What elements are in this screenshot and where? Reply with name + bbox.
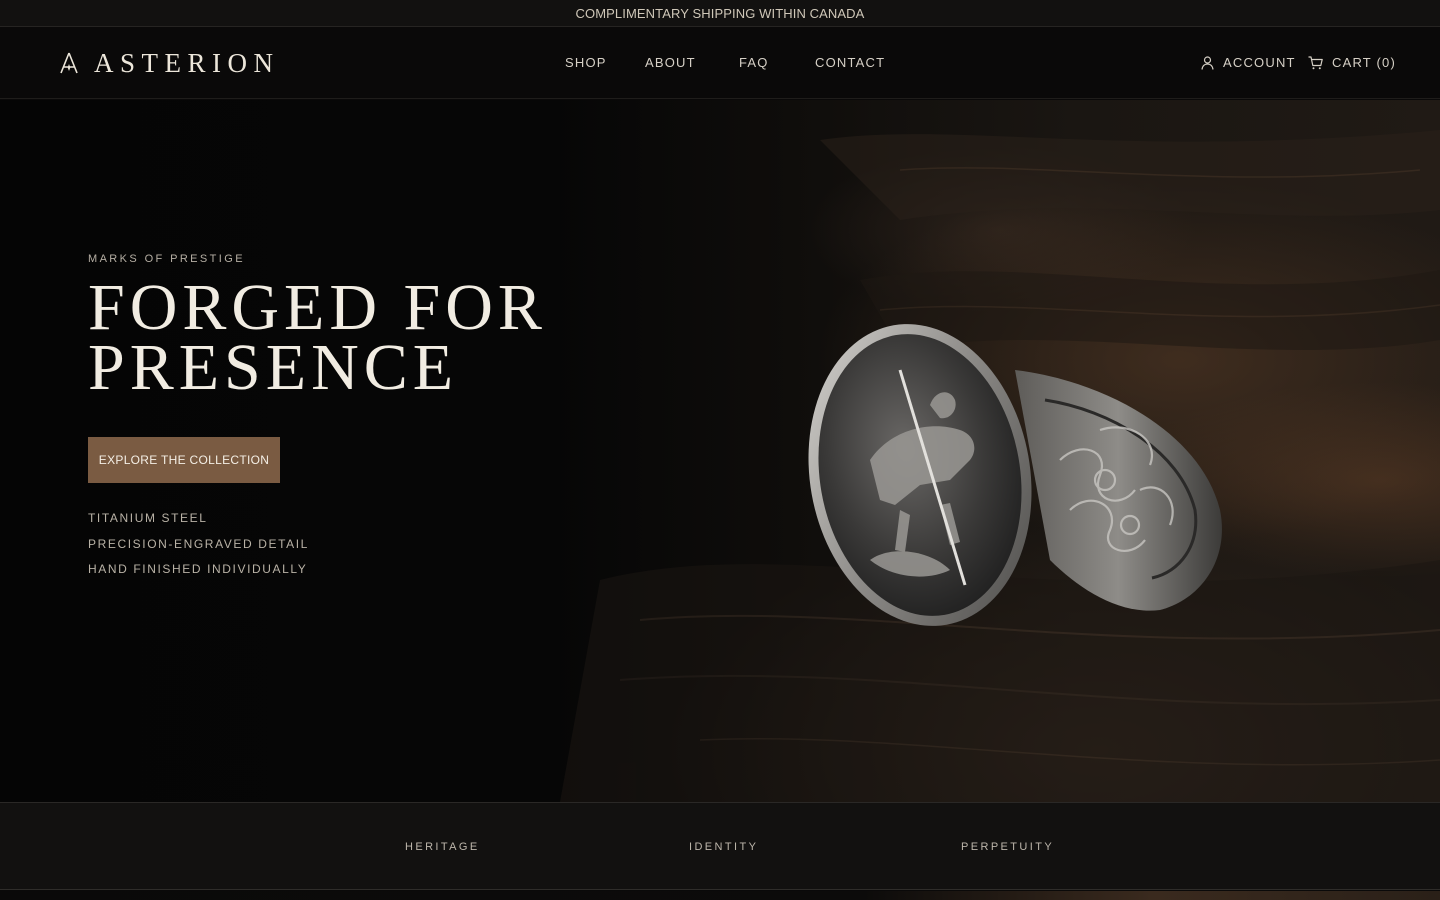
ring-image [808, 324, 1222, 626]
account-link[interactable]: ACCOUNT [1201, 55, 1296, 71]
nav-item-faq[interactable]: FAQ [739, 55, 769, 71]
nav-item-contact[interactable]: CONTACT [815, 55, 885, 71]
hero-headline-line-1: FORGED FOR [88, 271, 547, 344]
user-icon [1201, 56, 1214, 70]
nav-item-about[interactable]: ABOUT [645, 55, 696, 71]
cart-icon [1308, 56, 1323, 70]
nav-item-shop[interactable]: SHOP [565, 55, 607, 71]
announcement-text: COMPLIMENTARY SHIPPING WITHIN CANADA [575, 5, 865, 21]
announcement-bar: COMPLIMENTARY SHIPPING WITHIN CANADA [0, 0, 1440, 27]
site-header: ASTERION SHOP ABOUT FAQ CONTACT ACCOUNT … [0, 27, 1440, 99]
hero-headline-line-2: PRESENCE [88, 331, 459, 404]
pillars-strip: HERITAGE IDENTITY PERPETUITY [0, 802, 1440, 890]
feature-item: TITANIUM STEEL [88, 511, 208, 525]
hero-eyebrow: MARKS OF PRESTIGE [88, 253, 245, 265]
pillar-perpetuity: PERPETUITY [961, 841, 1055, 853]
pillar-identity: IDENTITY [689, 841, 759, 853]
cart-label: CART (0) [1332, 55, 1397, 70]
hero-headline: FORGED FOR PRESENCE [88, 271, 648, 404]
next-section-peek [0, 891, 1440, 900]
pillar-heritage: HERITAGE [405, 841, 480, 853]
cart-link[interactable]: CART (0) [1308, 55, 1396, 71]
feature-item: PRECISION-ENGRAVED DETAIL [88, 536, 309, 551]
account-label: ACCOUNT [1223, 55, 1296, 70]
hero-section: MARKS OF PRESTIGE FORGED FOR PRESENCE EX… [0, 100, 1440, 802]
feature-list: TITANIUM STEEL PRECISION-ENGRAVED DETAIL… [88, 511, 309, 588]
feature-item: HAND FINISHED INDIVIDUALLY [88, 562, 308, 576]
explore-collection-button[interactable]: EXPLORE THE COLLECTION [88, 437, 280, 483]
